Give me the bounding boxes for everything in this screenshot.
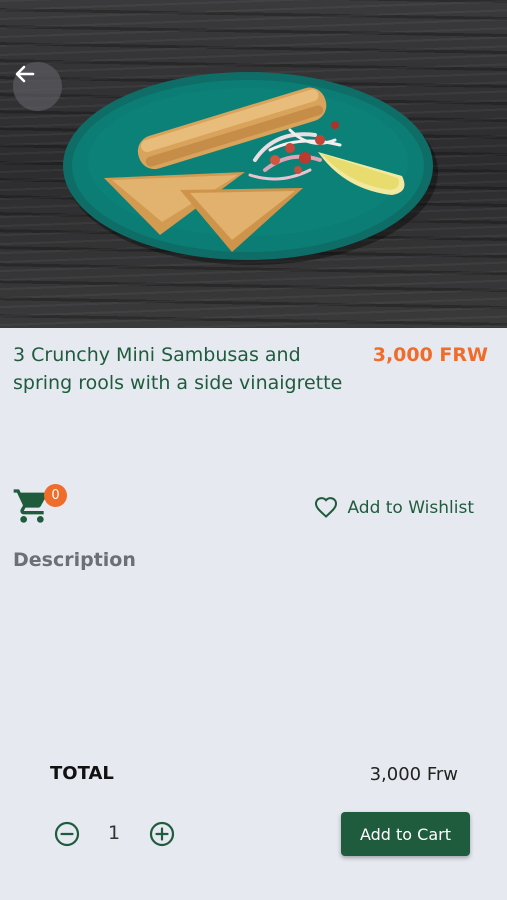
decrease-quantity-button[interactable] xyxy=(54,821,80,851)
description-heading: Description xyxy=(13,549,136,571)
product-image xyxy=(0,0,507,328)
add-to-cart-button[interactable]: Add to Cart xyxy=(341,812,470,856)
arrow-left-icon xyxy=(15,65,35,83)
food-photo xyxy=(63,72,438,265)
increase-quantity-button[interactable] xyxy=(149,821,175,851)
add-to-wishlist-button[interactable]: Add to Wishlist xyxy=(313,494,474,522)
cart-count-badge: 0 xyxy=(44,484,67,507)
quantity-value: 1 xyxy=(107,822,121,844)
plus-circle-icon xyxy=(149,821,175,847)
total-value: 3,000 Frw xyxy=(369,764,458,785)
product-title: 3 Crunchy Mini Sambusas and spring rools… xyxy=(13,344,343,394)
product-price: 3,000 FRW xyxy=(372,344,488,366)
wishlist-label: Add to Wishlist xyxy=(347,498,474,518)
minus-circle-icon xyxy=(54,821,80,847)
total-label: TOTAL xyxy=(50,763,114,784)
heart-icon xyxy=(315,497,338,518)
back-button[interactable] xyxy=(13,62,62,111)
